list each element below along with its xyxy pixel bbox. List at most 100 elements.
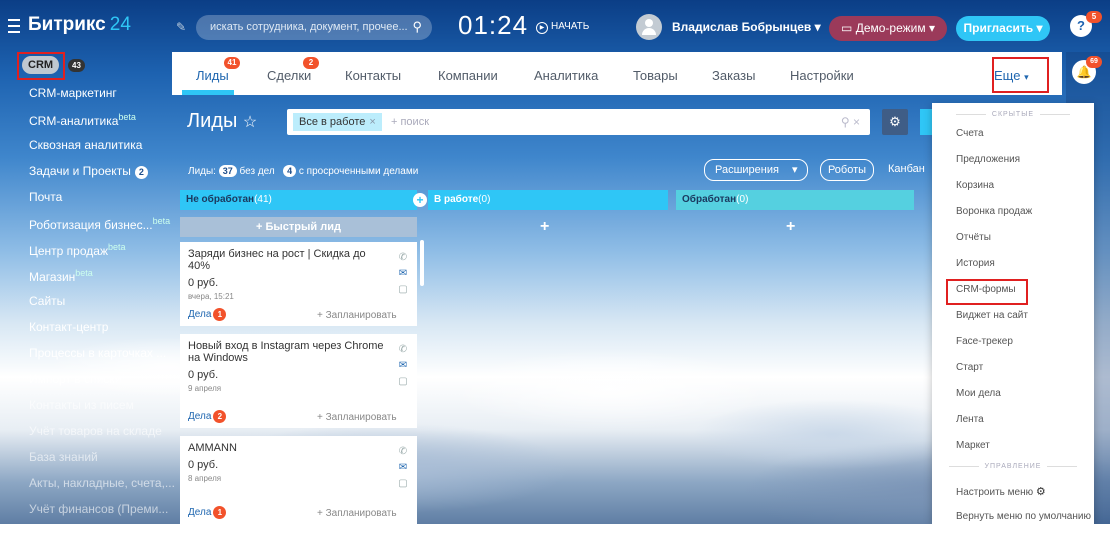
sidebar-item[interactable]: Учёт финансов (Преми... bbox=[29, 502, 168, 516]
phone-icon[interactable]: ✆ bbox=[397, 342, 409, 358]
tab-leads[interactable]: Лиды bbox=[196, 68, 229, 83]
stats-overdue[interactable]: с просроченными делами bbox=[299, 166, 418, 177]
configure-menu-label: Настроить меню bbox=[956, 487, 1034, 498]
filter-search-input[interactable]: Все в работе × + поиск ⚲ × bbox=[287, 109, 870, 135]
dropdown-item[interactable]: Старт bbox=[956, 362, 983, 373]
sidebar-item[interactable]: CRM-маркетинг bbox=[29, 86, 117, 100]
lead-card[interactable]: AMMANN 0 руб. 8 апреля ✆ ✉ ▢ Дела 1 + Запла… bbox=[180, 436, 417, 524]
card-plan-link[interactable]: + Запланировать bbox=[317, 310, 397, 321]
column-header-in-progress[interactable]: В работе(0) bbox=[428, 190, 668, 210]
dropdown-item[interactable]: Счета bbox=[956, 128, 984, 139]
sidebar-item[interactable]: Сайты bbox=[29, 294, 65, 308]
tab-deals[interactable]: Сделки bbox=[267, 68, 311, 83]
card-title[interactable]: Новый вход в Instagram через Chrome на W… bbox=[188, 340, 388, 364]
start-workday-button[interactable]: ▶ НАЧАТЬ bbox=[536, 21, 589, 34]
dropdown-item[interactable]: Маркет bbox=[956, 440, 990, 451]
mail-icon[interactable]: ✉ bbox=[397, 358, 409, 374]
configure-menu-item[interactable]: Настроить меню ⚙ bbox=[956, 485, 1046, 498]
card-title[interactable]: Заряди бизнес на рост | Скидка до 40% bbox=[188, 248, 388, 272]
settings-gear-button[interactable]: ⚙ bbox=[882, 109, 908, 135]
close-icon[interactable]: × bbox=[369, 116, 375, 128]
sidebar-item[interactable]: Задачи и Проекты 2 bbox=[29, 164, 148, 179]
add-lead-processed-icon[interactable]: + bbox=[786, 218, 795, 236]
sidebar-item[interactable]: Учёт товаров на складе bbox=[29, 424, 162, 438]
dropdown-item[interactable]: Виджет на сайт bbox=[956, 310, 1028, 321]
dropdown-item[interactable]: Мои дела bbox=[956, 388, 1001, 399]
sidebar-item[interactable]: Магазинbeta bbox=[29, 268, 93, 284]
sidebar-item-label: Почта bbox=[29, 190, 63, 204]
pencil-icon[interactable]: ✎ bbox=[176, 20, 186, 34]
tab-products[interactable]: Товары bbox=[633, 68, 678, 83]
avatar[interactable] bbox=[636, 14, 662, 40]
sidebar-item[interactable]: Импорт в списки bbox=[29, 372, 121, 386]
search-clear-icons[interactable]: ⚲ × bbox=[841, 115, 860, 129]
tab-settings[interactable]: Настройки bbox=[790, 68, 854, 83]
dropdown-item[interactable]: Предложения bbox=[956, 154, 1020, 165]
column-header-not-processed[interactable]: Не обработан(41) bbox=[180, 190, 417, 210]
mail-icon[interactable]: ✉ bbox=[397, 266, 409, 282]
lead-card[interactable]: Новый вход в Instagram через Chrome на W… bbox=[180, 334, 417, 428]
sidebar-item[interactable]: Акты, накладные, счета,... bbox=[29, 476, 175, 490]
dropdown-item[interactable]: Отчёты bbox=[956, 232, 991, 243]
stats-count[interactable]: 37 bbox=[218, 165, 237, 177]
chat-icon[interactable]: ▢ bbox=[397, 374, 409, 390]
search-icon[interactable]: ⚲ bbox=[412, 19, 422, 35]
chat-icon[interactable]: ▢ bbox=[397, 282, 409, 298]
user-menu[interactable]: Владислав Бобрынцев ▾ bbox=[672, 20, 821, 34]
deals-count-badge: 1 bbox=[213, 506, 227, 519]
extensions-button[interactable]: Расширения ▾ bbox=[704, 159, 808, 181]
stats-nodeals[interactable]: без дел bbox=[240, 166, 275, 177]
lead-card[interactable]: Заряди бизнес на рост | Скидка до 40% 0 … bbox=[180, 242, 417, 326]
star-icon[interactable]: ☆ bbox=[243, 114, 257, 131]
kanban-view-toggle[interactable]: Канбан bbox=[888, 163, 925, 175]
column-header-processed[interactable]: Обработан(0) bbox=[676, 190, 914, 210]
sidebar-item[interactable]: Центр продажbeta bbox=[29, 242, 126, 258]
search-input[interactable]: искать сотрудника, документ, прочее... ⚲ bbox=[196, 15, 432, 40]
tab-analytics[interactable]: Аналитика bbox=[534, 68, 598, 83]
add-button[interactable] bbox=[920, 109, 932, 135]
sidebar-item[interactable]: Сквозная аналитика bbox=[29, 138, 142, 152]
card-plan-link[interactable]: + Запланировать bbox=[317, 412, 397, 423]
card-title[interactable]: AMMANN bbox=[188, 442, 388, 454]
card-deals-link[interactable]: Дела 1 bbox=[188, 506, 227, 519]
robots-button[interactable]: Роботы bbox=[820, 159, 874, 181]
logo-number: 24 bbox=[109, 14, 131, 35]
dropdown-item[interactable]: Воронка продаж bbox=[956, 206, 1032, 217]
phone-icon[interactable]: ✆ bbox=[397, 444, 409, 460]
invite-button[interactable]: Пригласить ▾ bbox=[956, 16, 1050, 41]
sidebar-item[interactable]: Контакты из писем bbox=[29, 398, 134, 412]
stats-overdue-count[interactable]: 4 bbox=[283, 165, 297, 177]
reset-menu-item[interactable]: Вернуть меню по умолчанию bbox=[956, 511, 1091, 522]
sidebar-item[interactable]: Контакт-центр bbox=[29, 320, 108, 334]
menu-icon[interactable] bbox=[8, 19, 20, 33]
tab-companies[interactable]: Компании bbox=[438, 68, 498, 83]
bitrix-app: Битрикс 24 ✎ искать сотрудника, документ,… bbox=[0, 0, 1110, 524]
add-column-icon[interactable]: + bbox=[413, 193, 427, 207]
mail-icon[interactable]: ✉ bbox=[397, 460, 409, 476]
dropdown-item[interactable]: Корзина bbox=[956, 180, 994, 191]
tab-orders[interactable]: Заказы bbox=[712, 68, 755, 83]
card-deals-link[interactable]: Дела 2 bbox=[188, 410, 227, 423]
clock[interactable]: 01:24 bbox=[458, 10, 528, 41]
sidebar-item[interactable]: CRM-аналитикаbeta bbox=[29, 112, 136, 128]
add-lead-in-progress-icon[interactable]: + bbox=[540, 218, 549, 236]
card-deals-link[interactable]: Дела 1 bbox=[188, 308, 227, 321]
logo[interactable]: Битрикс 24 bbox=[28, 14, 131, 36]
sidebar-item[interactable]: Процессы в карточках ... bbox=[29, 346, 166, 360]
dropdown-item[interactable]: История bbox=[956, 258, 995, 269]
filter-tag[interactable]: Все в работе × bbox=[293, 113, 382, 131]
dropdown-item[interactable]: Лента bbox=[956, 414, 984, 425]
dropdown-item[interactable]: Face-трекер bbox=[956, 336, 1013, 347]
sidebar-item-label: Учёт финансов (Преми... bbox=[29, 502, 169, 516]
demo-mode-button[interactable]: ▭ Демо-режим ▾ bbox=[829, 16, 947, 41]
phone-icon[interactable]: ✆ bbox=[397, 250, 409, 266]
tab-contacts[interactable]: Контакты bbox=[345, 68, 401, 83]
sidebar-item[interactable]: База знаний bbox=[29, 450, 98, 464]
sidebar-item[interactable]: Роботизация бизнес...beta bbox=[29, 216, 170, 232]
card-plan-link[interactable]: + Запланировать bbox=[317, 508, 397, 519]
quick-lead-button[interactable]: + Быстрый лид bbox=[180, 217, 417, 237]
chat-icon[interactable]: ▢ bbox=[397, 476, 409, 492]
beta-label: beta bbox=[75, 268, 93, 278]
column-scrollbar[interactable] bbox=[420, 240, 424, 286]
sidebar-item[interactable]: Почта bbox=[29, 190, 62, 204]
